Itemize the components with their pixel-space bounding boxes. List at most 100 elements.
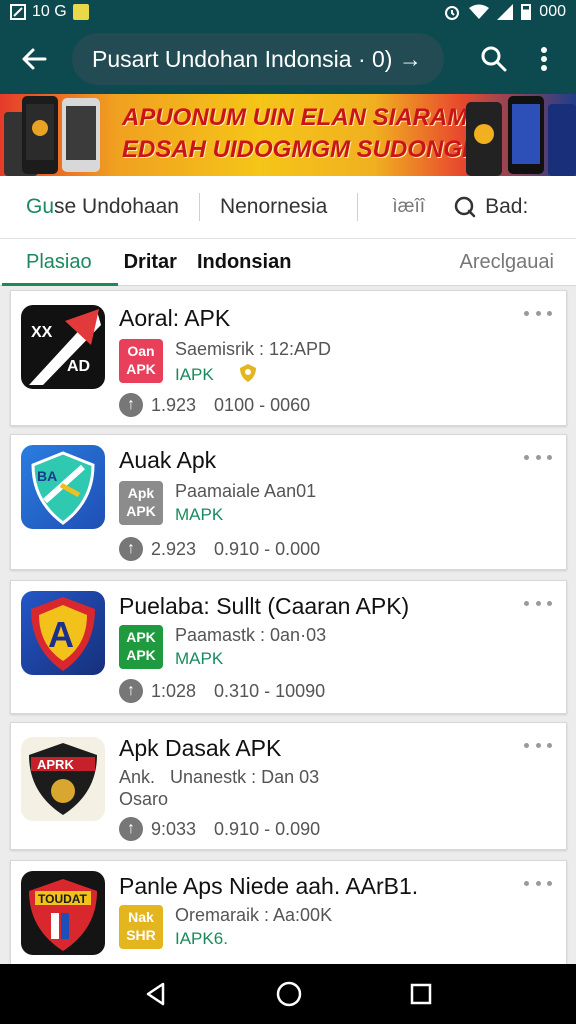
filter-row: Guse Undohaan Nenornesia ìæîî Bad: [0,176,576,238]
wifi-icon [469,4,490,19]
tab-plasiao[interactable]: Plasiao [2,238,118,286]
alarm-icon [445,6,460,20]
edit-icon [10,4,26,20]
app-icon: BA [21,445,105,529]
promo-banner[interactable]: APUONUM UIN ELAN SIARAMI EDSAH UIDOGMGM … [0,94,576,176]
badge-top: Apk [127,485,155,501]
status-bar: 10 G 000 [0,0,576,24]
svg-text:APRK: APRK [37,757,74,772]
app-icon: XX AD [21,305,105,389]
back-button[interactable] [6,31,62,87]
app-title: Panle Aps Niede aah. AArB1. [119,873,419,899]
app-apk-label: IAPK [175,363,258,385]
badge-bottom: APK [126,503,156,519]
app-apk-label: IAPK6. [175,929,228,948]
app-list: XX AD Aoral: APK Oan APK Saemisrik : 12:A… [0,286,576,964]
tab-label: Areclgauai [459,250,554,273]
app-downloads: 9:033 [151,818,197,839]
svg-text:A: A [48,614,74,655]
app-bar: Pusart Undohan Indonsia · 0) → [0,24,576,94]
search-button[interactable] [464,31,524,87]
filter-indonesia[interactable]: Nenornesia [220,195,327,219]
status-time: 10 G [32,3,67,20]
search-icon [454,196,476,218]
filter-undohan[interactable]: Guse Undohaan [26,195,179,219]
app-stats: ↑ 1.923 0100 - 0060 [119,393,310,417]
tab-bar: Plasiao Dritar Indonsian Areclgauai [0,238,576,286]
app-meta: Saemisrik : 12:APD [175,339,332,359]
app-meta: Paamaiale Aan01 [175,481,317,501]
divider [357,193,359,221]
app-title: Aoral: APK [119,305,231,331]
app-icon: TOUDAT [21,871,105,955]
app-range: 0.310 - 10090 [214,680,326,701]
download-icon: ↑ [119,393,143,417]
system-nav-bar [0,964,576,1024]
app-stats: ↑ 1:028 0.310 - 10090 [119,679,325,703]
filter-3-label: ìæîî [392,196,426,217]
app-downloads: 2.923 [151,538,197,559]
search-icon [481,46,507,72]
phones-illustration-right [466,96,576,176]
list-item[interactable]: XX AD Aoral: APK Oan APK Saemisrik : 12:A… [10,290,567,426]
overflow-menu-button[interactable] [524,31,564,87]
svg-text:XX: XX [31,324,53,341]
filter-1-prefix: Gu [26,195,55,218]
search-field[interactable]: Pusart Undohan Indonsia · 0) → [72,33,444,85]
list-item[interactable]: APRK Apk Dasak APK Ank. Unanestk : Dan 0… [10,722,567,850]
notification-icon [72,4,89,20]
tab-label: Indonsian [196,250,292,273]
tab-areclgauai[interactable]: Areclgauai [459,238,554,286]
app-badge: Nak SHR [119,905,163,949]
badge-bottom: APK [126,361,156,377]
more-options-button[interactable] [524,595,552,611]
battery-level: 000 [539,3,566,20]
download-icon: ↑ [119,817,143,841]
more-options-button[interactable] [524,305,552,321]
nav-home-icon[interactable] [275,980,303,1008]
more-options-button[interactable] [524,875,552,891]
app-icon: APRK [21,737,105,821]
app-range: 0.910 - 0.090 [214,818,321,839]
app-title: Apk Dasak APK [119,735,282,761]
signal-icon [497,4,514,20]
filter-2-label: Nenornesia [219,195,328,218]
app-meta: Ank. Unanestk : Dan 03 [119,767,319,788]
tab-indonsian[interactable]: Indonsian [197,238,291,286]
filter-4-label: Bad: [485,195,529,218]
search-query: Pusart Undohan Indonsia · 0) → [92,45,422,72]
list-item[interactable]: A Puelaba: Sullt (Caaran APK) APK APK Pa… [10,580,567,714]
app-downloads: 1:028 [151,680,197,701]
phones-illustration [4,96,100,176]
filter-3[interactable]: ìæîî [392,196,425,218]
back-arrow-icon [22,48,47,70]
app-meta: Oremaraik : Aa:00K [175,905,333,925]
download-icon: ↑ [119,537,143,561]
app-icon: A [21,591,105,675]
banner-text: APUONUM UIN ELAN SIARAMI EDSAH UIDOGMGM … [122,102,487,166]
more-options-button[interactable] [524,449,552,465]
apk-text: IAPK [175,365,214,384]
shield-icon [240,364,257,382]
badge-bottom: APK [126,647,156,663]
filter-search-bad[interactable]: Bad: [453,195,528,219]
app-range: 0.910 - 0.000 [214,538,321,559]
app-title: Puelaba: Sullt (Caaran APK) [119,593,410,619]
list-item[interactable]: BA Auak Apk Apk APK Paamaiale Aan01 MAPK… [10,434,567,570]
more-options-button[interactable] [524,737,552,753]
app-badge: APK APK [119,625,163,669]
badge-top: Ank. [119,767,156,787]
download-icon: ↑ [119,679,143,703]
list-item[interactable]: TOUDAT Panle Aps Niede aah. AArB1. Nak S… [10,860,567,964]
tab-label: Plasiao [26,250,92,273]
nav-back-icon[interactable] [143,981,169,1007]
nav-recents-icon[interactable] [409,982,433,1006]
app-downloads: 1.923 [151,394,197,415]
app-badge: Apk APK [119,481,163,525]
badge-bottom: SHR [126,927,156,943]
app-stats: ↑ 9:033 0.910 - 0.090 [119,817,320,841]
svg-text:BA: BA [37,468,57,484]
filter-1-label: se Undohaan [54,195,179,218]
svg-text:AD: AD [67,358,90,375]
tab-dritar[interactable]: Dritar [124,238,177,286]
